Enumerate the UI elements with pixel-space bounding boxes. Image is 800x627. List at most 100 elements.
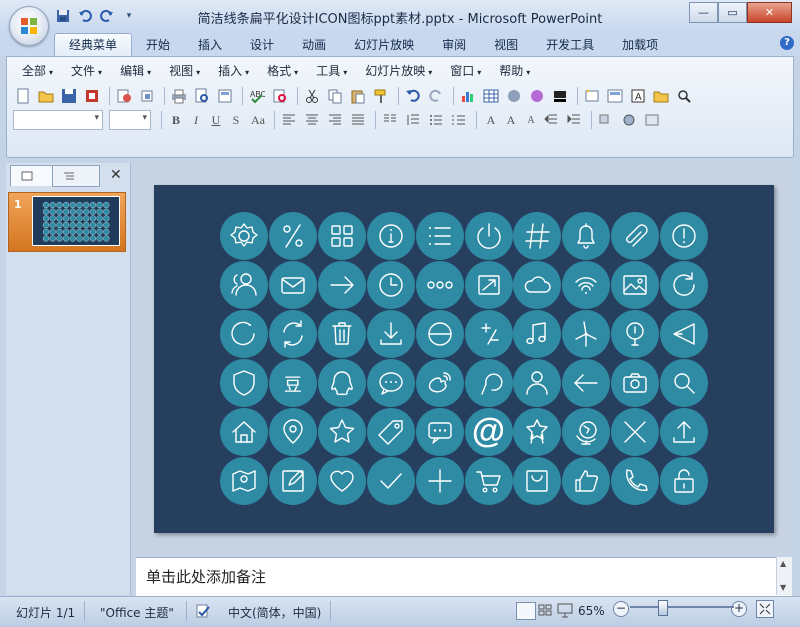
music-icon[interactable] xyxy=(513,309,562,358)
home-icon[interactable] xyxy=(220,407,268,456)
cart-icon[interactable] xyxy=(464,456,513,505)
redo-icon[interactable] xyxy=(98,7,116,25)
maximize-button[interactable]: ▭ xyxy=(718,2,747,23)
percent-icon[interactable] xyxy=(268,212,317,260)
change-case-icon[interactable]: Aa xyxy=(246,111,270,129)
lookup-icon[interactable] xyxy=(464,358,513,407)
wifi-icon[interactable] xyxy=(562,260,611,309)
camera-icon[interactable] xyxy=(611,358,660,407)
open-icon[interactable] xyxy=(36,86,56,106)
table-icon[interactable] xyxy=(481,86,501,106)
copy-icon[interactable] xyxy=(325,86,345,106)
print-preview-icon[interactable] xyxy=(192,86,212,106)
notes-scrollbar[interactable]: ▲ ▼ xyxy=(776,557,792,595)
customize-qat-icon[interactable]: ▾ xyxy=(120,7,138,25)
heart-icon[interactable] xyxy=(317,456,366,505)
office-button[interactable] xyxy=(9,6,49,46)
smartart-icon[interactable] xyxy=(504,86,524,106)
close-x-icon[interactable] xyxy=(611,407,660,456)
undo-toolbar-icon[interactable] xyxy=(403,86,423,106)
tab-developer[interactable]: 开发工具 xyxy=(532,34,608,56)
globe-icon[interactable] xyxy=(562,407,611,456)
dou-char-icon[interactable]: 豆 xyxy=(268,358,317,407)
chat-icon[interactable] xyxy=(366,358,415,407)
map-icon[interactable] xyxy=(220,456,268,505)
tab-design[interactable]: 设计 xyxy=(236,34,288,56)
menu-tools[interactable]: 工具 ▾ xyxy=(307,61,356,81)
zoom-slider-thumb[interactable] xyxy=(658,600,668,616)
thermometer-icon[interactable] xyxy=(611,309,660,358)
zoom-in-icon[interactable]: + xyxy=(731,601,747,617)
layout-icon[interactable] xyxy=(215,86,235,106)
align-right-icon[interactable] xyxy=(325,110,345,130)
grid-icon[interactable] xyxy=(317,212,366,260)
cloud-icon[interactable] xyxy=(513,260,562,309)
menu-edit[interactable]: 编辑 ▾ xyxy=(111,61,160,81)
windmill-icon[interactable] xyxy=(562,309,611,358)
notes-placeholder[interactable]: 单击此处添加备注 xyxy=(146,566,266,587)
slideshow-view-icon[interactable] xyxy=(556,602,574,618)
arrange-icon[interactable] xyxy=(619,110,639,130)
increase-indent-icon[interactable] xyxy=(564,110,584,130)
tab-view[interactable]: 视图 xyxy=(480,34,532,56)
grow-font-icon[interactable]: A xyxy=(501,111,521,129)
paste-icon[interactable] xyxy=(348,86,368,106)
underline-icon[interactable]: U xyxy=(206,111,226,129)
slide-thumbnail[interactable] xyxy=(32,196,120,246)
research-icon[interactable] xyxy=(270,86,290,106)
italic-icon[interactable]: I xyxy=(186,111,206,129)
tab-classic-menu[interactable]: 经典菜单 xyxy=(54,33,133,56)
tab-review[interactable]: 审阅 xyxy=(428,34,480,56)
format-painter-icon[interactable] xyxy=(371,86,391,106)
external-box-icon[interactable] xyxy=(464,260,513,309)
list-icon[interactable] xyxy=(415,212,464,260)
tab-slides[interactable] xyxy=(10,165,54,186)
tab-insert[interactable]: 插入 xyxy=(184,34,236,56)
columns-icon[interactable] xyxy=(380,110,400,130)
mail-icon[interactable] xyxy=(268,260,317,309)
tab-slideshow[interactable]: 幻灯片放映 xyxy=(340,34,428,56)
clock-icon[interactable] xyxy=(366,260,415,309)
redo-toolbar-icon[interactable] xyxy=(426,86,446,106)
lock-icon[interactable] xyxy=(660,456,709,505)
decrease-indent-icon[interactable] xyxy=(541,110,561,130)
zoom-level[interactable]: 65% xyxy=(578,604,605,618)
location-icon[interactable] xyxy=(268,407,317,456)
tab-home[interactable]: 开始 xyxy=(132,34,184,56)
user-icon[interactable] xyxy=(220,260,268,309)
menu-help[interactable]: 帮助 ▾ xyxy=(490,61,539,81)
tab-addins[interactable]: 加载项 xyxy=(608,34,672,56)
arrow-right-icon[interactable] xyxy=(317,260,366,309)
undo-icon[interactable] xyxy=(76,7,94,25)
permission-icon[interactable] xyxy=(82,86,102,106)
textbox-icon[interactable]: A xyxy=(628,86,648,106)
image-icon[interactable] xyxy=(611,260,660,309)
zoom-out-icon[interactable]: − xyxy=(613,601,629,617)
refresh-icon[interactable] xyxy=(660,260,709,309)
email-icon[interactable] xyxy=(114,86,134,106)
qq-icon[interactable] xyxy=(317,358,366,407)
shrink-font-icon[interactable]: A xyxy=(521,111,541,129)
font-color-icon[interactable]: A xyxy=(481,111,501,129)
badge-icon[interactable] xyxy=(513,407,562,456)
bold-icon[interactable]: B xyxy=(166,111,186,129)
phone-icon[interactable] xyxy=(611,456,660,505)
find-icon[interactable] xyxy=(674,86,694,106)
thumbs-up-icon[interactable] xyxy=(562,456,611,505)
weibo-icon[interactable] xyxy=(415,358,464,407)
close-button[interactable]: ✕ xyxy=(747,2,792,23)
menu-format[interactable]: 格式 ▾ xyxy=(258,61,307,81)
cut-icon[interactable] xyxy=(302,86,322,106)
speech-icon[interactable] xyxy=(415,407,464,456)
quick-styles-icon[interactable] xyxy=(642,110,662,130)
minimize-button[interactable]: — xyxy=(689,2,718,23)
menu-all[interactable]: 全部 ▾ xyxy=(13,61,62,81)
shapes-icon[interactable] xyxy=(596,110,616,130)
save-toolbar-icon[interactable] xyxy=(59,86,79,106)
dots-icon[interactable] xyxy=(415,260,464,309)
folder-icon[interactable] xyxy=(651,86,671,106)
new-icon[interactable] xyxy=(13,86,33,106)
theme-name[interactable]: "Office 主题" xyxy=(100,604,174,621)
align-left-icon[interactable] xyxy=(279,110,299,130)
strikethrough-icon[interactable]: S xyxy=(226,111,246,129)
